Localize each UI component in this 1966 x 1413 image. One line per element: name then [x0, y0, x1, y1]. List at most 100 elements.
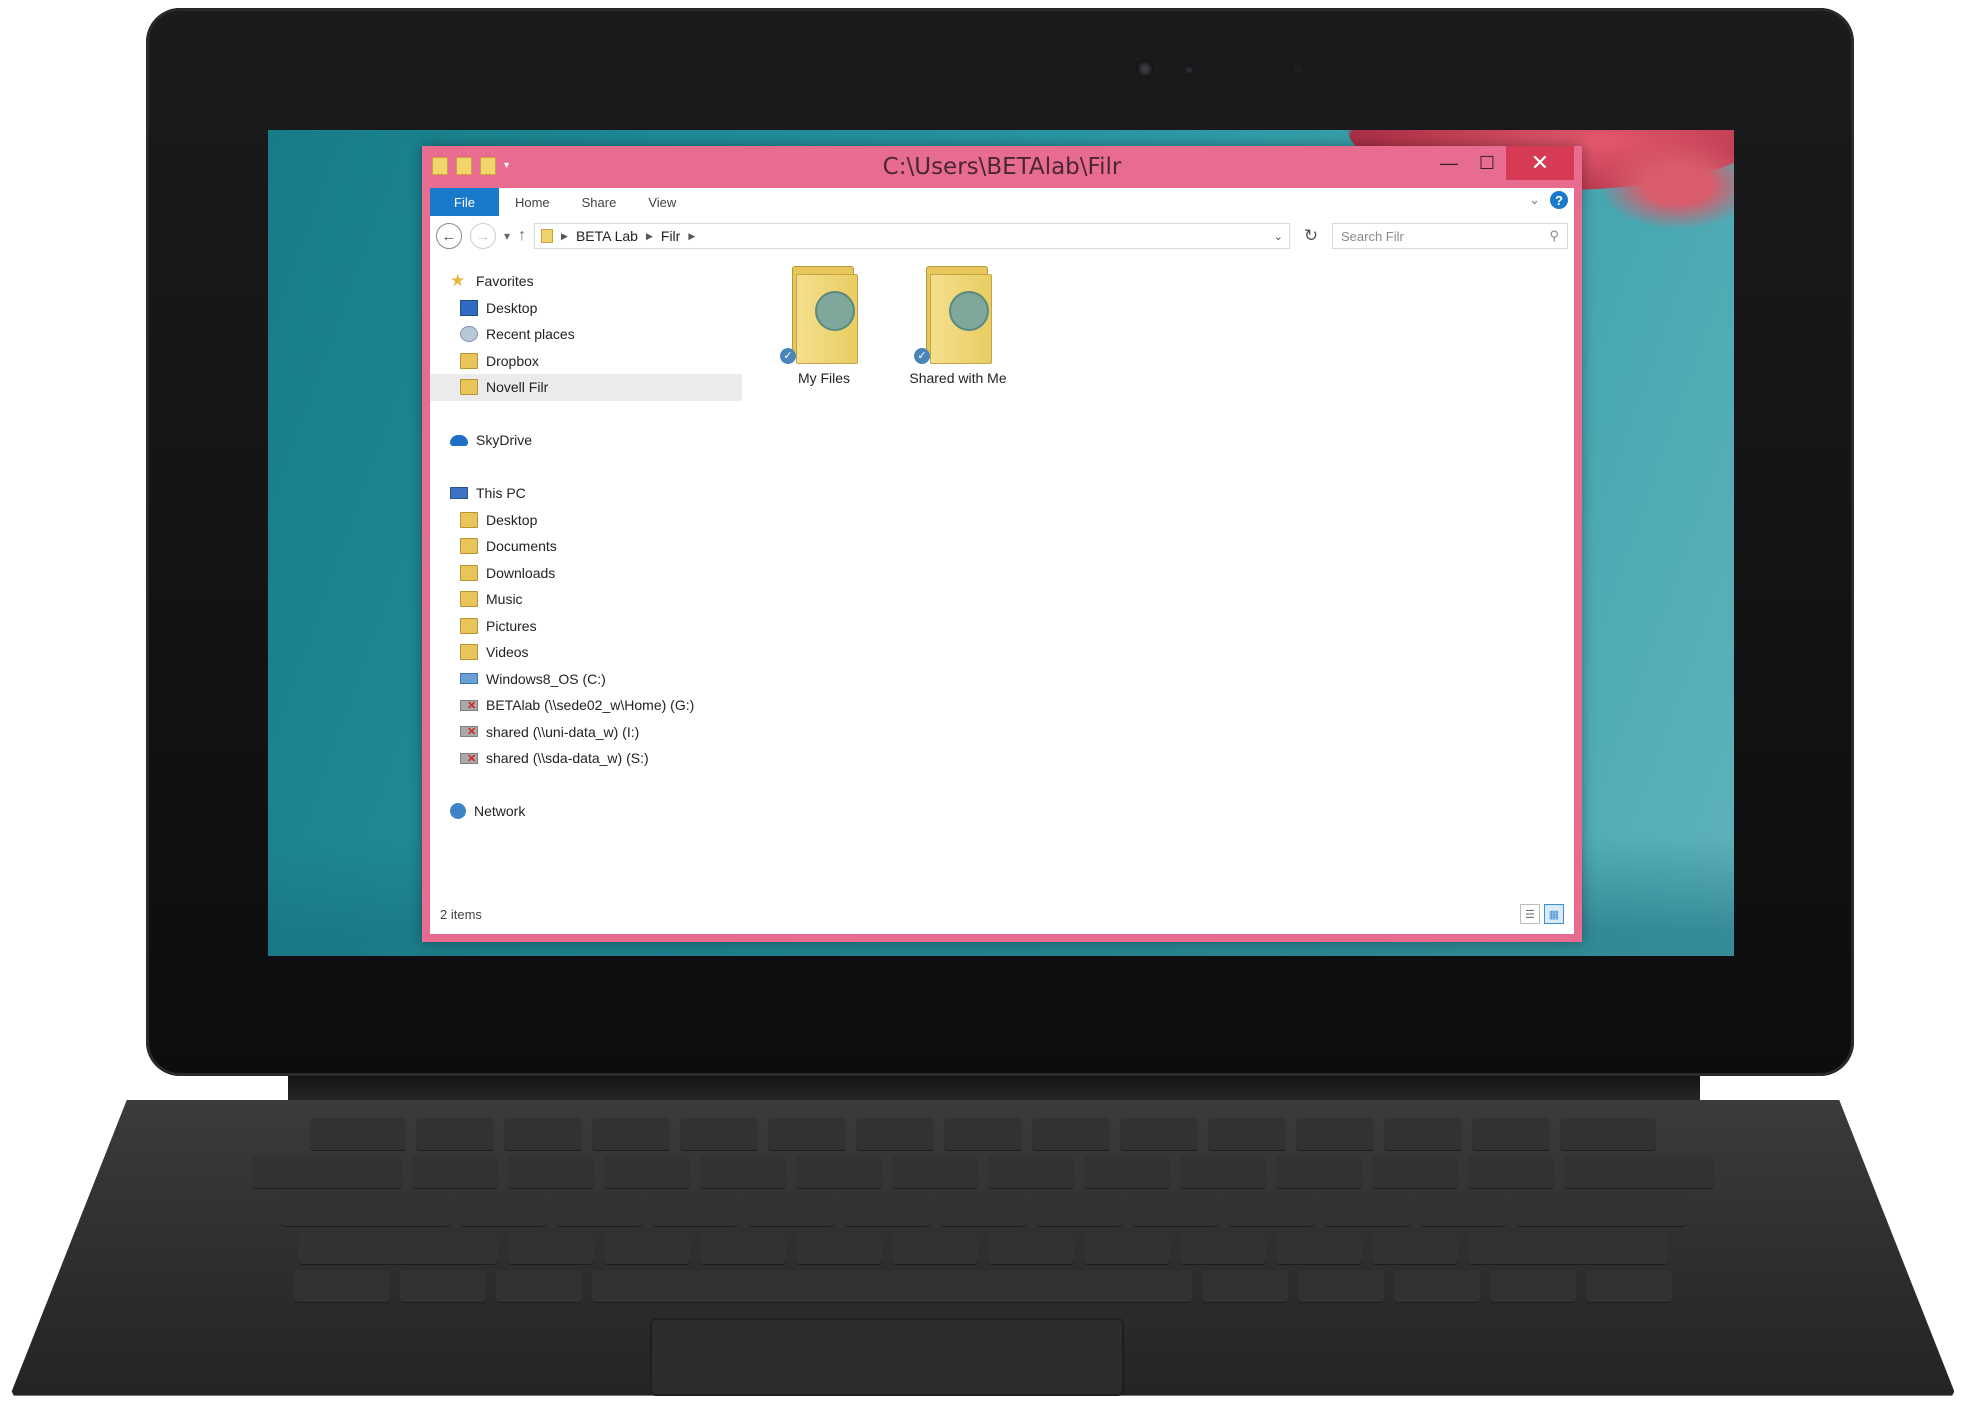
breadcrumb-beta-lab[interactable]: BETA Lab — [576, 228, 638, 244]
key — [1084, 1156, 1170, 1188]
tab-file[interactable]: File — [430, 188, 499, 216]
address-dropdown-icon[interactable]: ⌄ — [1274, 230, 1283, 243]
title-bar[interactable]: ▾ C:\Users\BETAlab\Filr — ☐ ✕ — [430, 146, 1574, 188]
nav-label: Desktop — [486, 299, 538, 316]
back-button[interactable]: ← — [436, 223, 462, 249]
tab-view[interactable]: View — [632, 188, 692, 216]
nav-label: This PC — [476, 485, 526, 502]
spacebar — [592, 1270, 1192, 1302]
breadcrumb-separator[interactable]: ▶ — [688, 231, 695, 242]
cloud-icon — [450, 434, 468, 446]
key — [1394, 1270, 1480, 1302]
sync-check-icon: ✓ — [914, 348, 930, 364]
nav-item-desktop-pc[interactable]: Desktop — [430, 507, 750, 534]
nav-label: BETAlab (\\sede02_w\Home) (G:) — [486, 697, 695, 714]
key — [1298, 1270, 1384, 1302]
computer-icon — [450, 487, 468, 500]
sensor — [1294, 65, 1302, 73]
search-input[interactable]: Search Filr ⚲ — [1332, 223, 1568, 249]
disconnected-network-drive-icon — [460, 725, 478, 738]
key — [748, 1194, 834, 1226]
sensor — [1186, 67, 1192, 73]
explorer-body: ★ Favorites Desktop Recent places Dropbo… — [430, 256, 1574, 934]
nav-item-downloads[interactable]: Downloads — [430, 560, 750, 587]
file-explorer-window: ▾ C:\Users\BETAlab\Filr — ☐ ✕ File Home … — [422, 146, 1582, 942]
folder-my-files[interactable]: ✓ My Files — [764, 266, 884, 386]
key — [1420, 1194, 1506, 1226]
nav-item-drive-c[interactable]: Windows8_OS (C:) — [430, 666, 750, 693]
key — [1180, 1232, 1266, 1264]
key — [700, 1232, 786, 1264]
nav-label: Recent places — [486, 326, 575, 343]
up-button[interactable]: ↑ — [518, 227, 526, 245]
key — [988, 1232, 1074, 1264]
nav-this-pc[interactable]: This PC — [430, 480, 750, 507]
nav-item-novell-filr[interactable]: Novell Filr — [430, 374, 742, 401]
nav-network[interactable]: Network — [430, 798, 750, 825]
network-globe-icon — [450, 803, 466, 820]
key — [1202, 1270, 1288, 1302]
key — [280, 1194, 450, 1226]
nav-skydrive[interactable]: SkyDrive — [430, 427, 750, 454]
close-button[interactable]: ✕ — [1506, 146, 1574, 180]
nav-item-drive-s[interactable]: shared (\\sda-data_w) (S:) — [430, 745, 750, 772]
nav-item-videos[interactable]: Videos — [430, 639, 750, 666]
nav-item-recent-places[interactable]: Recent places — [430, 321, 750, 348]
breadcrumb-separator[interactable]: ▶ — [561, 231, 568, 242]
recent-locations-icon[interactable]: ▾ — [504, 229, 510, 243]
key — [1120, 1118, 1198, 1150]
nav-item-drive-i[interactable]: shared (\\uni-data_w) (I:) — [430, 719, 750, 746]
key — [604, 1232, 690, 1264]
breadcrumb-separator[interactable]: ▶ — [646, 231, 653, 242]
filr-folder-icon: ✓ — [780, 266, 862, 364]
folder-icon — [541, 229, 554, 243]
disconnected-network-drive-icon — [460, 699, 478, 712]
nav-item-dropbox[interactable]: Dropbox — [430, 348, 750, 375]
nav-label: Favorites — [476, 273, 534, 290]
details-view-icon[interactable]: ☰ — [1520, 904, 1540, 924]
key — [1564, 1156, 1714, 1188]
key — [892, 1156, 978, 1188]
trackpad — [650, 1318, 1124, 1396]
nav-item-music[interactable]: Music — [430, 586, 750, 613]
nav-item-pictures[interactable]: Pictures — [430, 613, 750, 640]
key — [856, 1118, 934, 1150]
key — [1586, 1270, 1672, 1302]
nav-item-desktop[interactable]: Desktop — [430, 295, 750, 322]
folder-label: My Files — [797, 370, 851, 386]
breadcrumb-filr[interactable]: Filr — [661, 228, 680, 244]
help-icon[interactable]: ? — [1550, 191, 1568, 209]
nav-item-drive-g[interactable]: BETAlab (\\sede02_w\Home) (G:) — [430, 692, 750, 719]
key — [508, 1232, 594, 1264]
nav-label: Novell Filr — [486, 379, 549, 396]
forward-button[interactable]: → — [470, 223, 496, 249]
nav-label: Windows8_OS (C:) — [486, 670, 606, 687]
key — [1208, 1118, 1286, 1150]
key — [508, 1156, 594, 1188]
key — [1468, 1232, 1668, 1264]
key — [412, 1156, 498, 1188]
minimize-button[interactable]: — — [1430, 146, 1468, 180]
search-icon[interactable]: ⚲ — [1549, 228, 1559, 244]
nav-item-documents[interactable]: Documents — [430, 533, 750, 560]
address-bar[interactable]: ▶ BETA Lab ▶ Filr ▶ ⌄ — [534, 223, 1290, 249]
key — [1132, 1194, 1218, 1226]
tab-home[interactable]: Home — [499, 188, 566, 216]
key — [310, 1118, 406, 1150]
desktop-icon — [460, 299, 478, 316]
key — [1180, 1156, 1266, 1188]
tab-share[interactable]: Share — [566, 188, 633, 216]
maximize-button[interactable]: ☐ — [1468, 146, 1506, 180]
nav-label: Music — [486, 591, 523, 608]
nav-favorites[interactable]: ★ Favorites — [430, 268, 750, 295]
address-row: ← → ▾ ↑ ▶ BETA Lab ▶ Filr ▶ ⌄ ↻ Search F… — [430, 216, 1574, 257]
key — [988, 1156, 1074, 1188]
key-row — [10, 1270, 1956, 1302]
key — [460, 1194, 546, 1226]
large-icons-view-icon[interactable]: ▦ — [1544, 904, 1564, 924]
search-placeholder: Search Filr — [1341, 228, 1404, 244]
expand-ribbon-icon[interactable]: ⌄ — [1529, 192, 1540, 208]
refresh-icon[interactable]: ↻ — [1298, 226, 1324, 246]
folder-shared-with-me[interactable]: ✓ Shared with Me — [898, 266, 1018, 386]
key — [1036, 1194, 1122, 1226]
